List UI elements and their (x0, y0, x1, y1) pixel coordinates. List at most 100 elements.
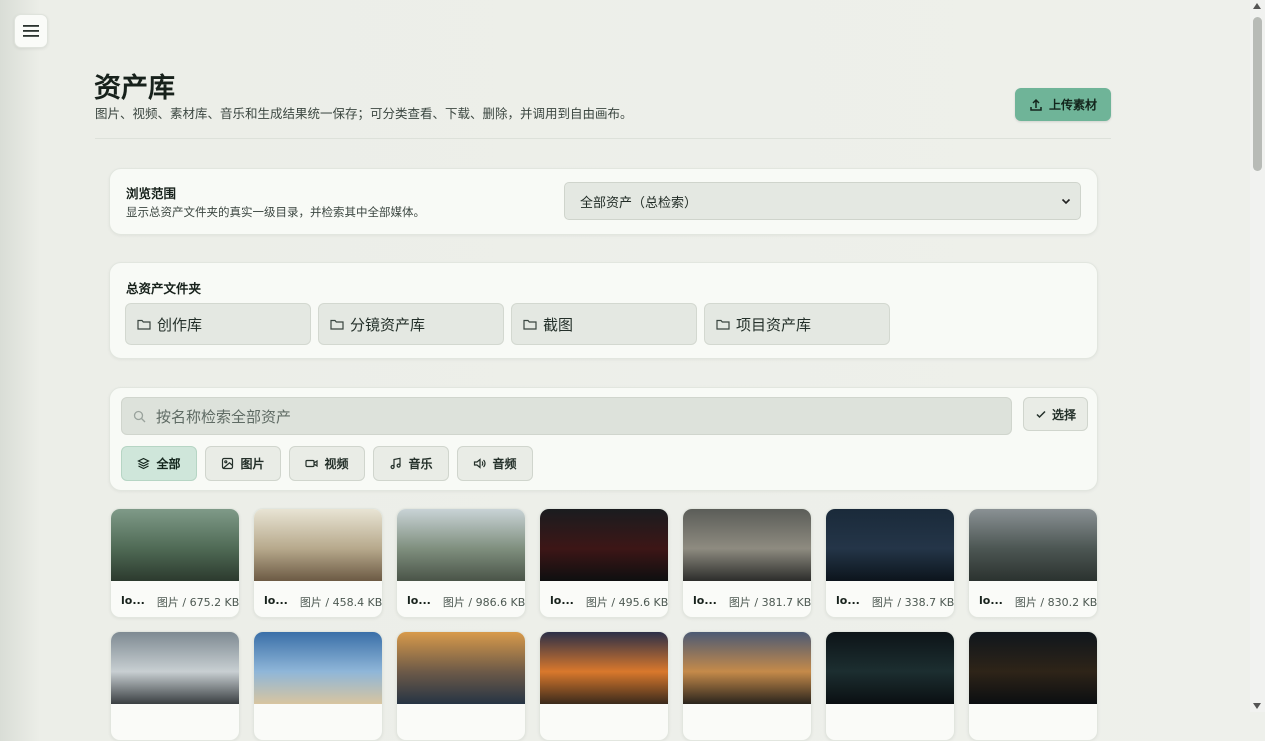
asset-name: lo... (264, 594, 288, 607)
asset-meta: 图片 / 458.4 KB (299, 596, 383, 609)
asset-thumbnail (826, 509, 954, 581)
select-mode-label: 选择 (1051, 407, 1076, 422)
filter-label: 视频 (324, 457, 349, 471)
asset-caption: lo... 图片 / 381.7 KB (693, 594, 811, 610)
browse-scope-panel: 浏览范围 显示总资产文件夹的真实一级目录，并检索其中全部媒体。 全部资产（总检索… (109, 168, 1098, 235)
asset-card[interactable]: lo... 图片 / 381.7 KB (682, 508, 812, 618)
chevron-down-icon (1061, 198, 1071, 205)
filter-music[interactable]: 音乐 (373, 446, 449, 481)
asset-card[interactable] (825, 631, 955, 741)
asset-card[interactable] (968, 631, 1098, 741)
scope-select-value: 全部资产（总检索） (580, 195, 698, 211)
music-note-icon (390, 457, 402, 470)
asset-caption: lo... 图片 / 338.7 KB (836, 594, 954, 610)
select-mode-button[interactable]: 选择 (1023, 397, 1088, 431)
asset-name: lo... (836, 594, 860, 607)
asset-thumbnail (397, 632, 525, 704)
filter-label: 音乐 (408, 457, 433, 471)
filter-label: 图片 (240, 457, 265, 471)
asset-meta: 图片 / 986.6 KB (442, 596, 526, 609)
asset-thumbnail (683, 509, 811, 581)
asset-thumbnail (254, 509, 382, 581)
asset-meta: 图片 / 495.6 KB (585, 596, 669, 609)
folder-icon (523, 319, 537, 330)
layers-icon (137, 457, 151, 470)
asset-name: lo... (693, 594, 717, 607)
scope-select[interactable]: 全部资产（总检索） (564, 182, 1081, 220)
filter-all[interactable]: 全部 (121, 446, 197, 481)
folder-icon (330, 319, 344, 330)
asset-card[interactable] (682, 631, 812, 741)
asset-card[interactable]: lo... 图片 / 675.2 KB (110, 508, 240, 618)
asset-thumbnail (826, 632, 954, 704)
upload-icon (1030, 98, 1042, 111)
asset-card[interactable]: lo... 图片 / 830.2 KB (968, 508, 1098, 618)
folder-icon (716, 319, 730, 330)
asset-meta: 图片 / 381.7 KB (728, 596, 812, 609)
folder-item[interactable]: 截图 (511, 303, 697, 345)
asset-name: lo... (407, 594, 431, 607)
asset-name: lo... (550, 594, 574, 607)
page-subtitle: 图片、视频、素材库、音乐和生成结果统一保存；可分类查看、下载、删除，并调用到自由… (95, 106, 633, 121)
asset-thumbnail (111, 632, 239, 704)
asset-meta: 图片 / 830.2 KB (1014, 596, 1098, 609)
header-divider (95, 138, 1111, 139)
folder-label: 创作库 (157, 315, 203, 334)
asset-card[interactable]: lo... 图片 / 458.4 KB (253, 508, 383, 618)
video-icon (305, 459, 319, 468)
asset-card[interactable] (253, 631, 383, 741)
filter-audio[interactable]: 音频 (457, 446, 533, 481)
folder-icon (137, 319, 151, 330)
scroll-up-arrow-icon[interactable] (1253, 3, 1261, 9)
search-filter-panel: 按名称检索全部资产 选择 全部 图片 视频 音乐 音频 (109, 387, 1098, 491)
asset-meta: 图片 / 675.2 KB (156, 596, 240, 609)
speaker-icon (474, 458, 487, 469)
folder-item[interactable]: 分镜资产库 (318, 303, 504, 345)
asset-card[interactable] (539, 631, 669, 741)
asset-thumbnail (254, 632, 382, 704)
asset-thumbnail (969, 632, 1097, 704)
asset-folders-panel: 总资产文件夹 创作库 分镜资产库 截图 项目资产库 (109, 262, 1098, 359)
asset-name: lo... (979, 594, 1003, 607)
check-icon (1036, 410, 1046, 419)
asset-caption: lo... 图片 / 830.2 KB (979, 594, 1097, 610)
asset-card[interactable]: lo... 图片 / 986.6 KB (396, 508, 526, 618)
scope-title: 浏览范围 (126, 186, 177, 201)
page-title: 资产库 (94, 73, 175, 104)
asset-name: lo... (121, 594, 145, 607)
asset-caption: lo... 图片 / 495.6 KB (550, 594, 668, 610)
search-input[interactable]: 按名称检索全部资产 (121, 397, 1012, 435)
scroll-down-arrow-icon[interactable] (1253, 703, 1261, 709)
search-icon (133, 410, 146, 422)
asset-caption: lo... 图片 / 986.6 KB (407, 594, 525, 610)
folder-item[interactable]: 创作库 (125, 303, 311, 345)
asset-thumbnail (111, 509, 239, 581)
page-scrollbar[interactable] (1250, 0, 1265, 712)
asset-card[interactable] (396, 631, 526, 741)
folder-label: 分镜资产库 (350, 315, 426, 334)
upload-button-label: 上传素材 (1048, 98, 1097, 112)
scope-description: 显示总资产文件夹的真实一级目录，并检索其中全部媒体。 (126, 205, 425, 219)
search-placeholder: 按名称检索全部资产 (156, 407, 292, 426)
asset-thumbnail (397, 509, 525, 581)
filter-image[interactable]: 图片 (205, 446, 281, 481)
asset-thumbnail (540, 632, 668, 704)
filter-video[interactable]: 视频 (289, 446, 365, 481)
asset-caption: lo... 图片 / 675.2 KB (121, 594, 239, 610)
menu-button[interactable] (14, 14, 48, 48)
hamburger-icon (23, 25, 39, 37)
asset-thumbnail (683, 632, 811, 704)
folder-item[interactable]: 项目资产库 (704, 303, 890, 345)
scrollbar-thumb[interactable] (1253, 17, 1262, 171)
asset-card[interactable]: lo... 图片 / 495.6 KB (539, 508, 669, 618)
image-icon (222, 457, 234, 470)
folders-title: 总资产文件夹 (126, 281, 202, 296)
asset-meta: 图片 / 338.7 KB (871, 596, 955, 609)
asset-card[interactable]: lo... 图片 / 338.7 KB (825, 508, 955, 618)
asset-caption: lo... 图片 / 458.4 KB (264, 594, 382, 610)
asset-card[interactable] (110, 631, 240, 741)
folder-label: 项目资产库 (736, 315, 812, 334)
asset-thumbnail (969, 509, 1097, 581)
folder-label: 截图 (543, 315, 574, 334)
upload-button[interactable]: 上传素材 (1015, 88, 1111, 121)
